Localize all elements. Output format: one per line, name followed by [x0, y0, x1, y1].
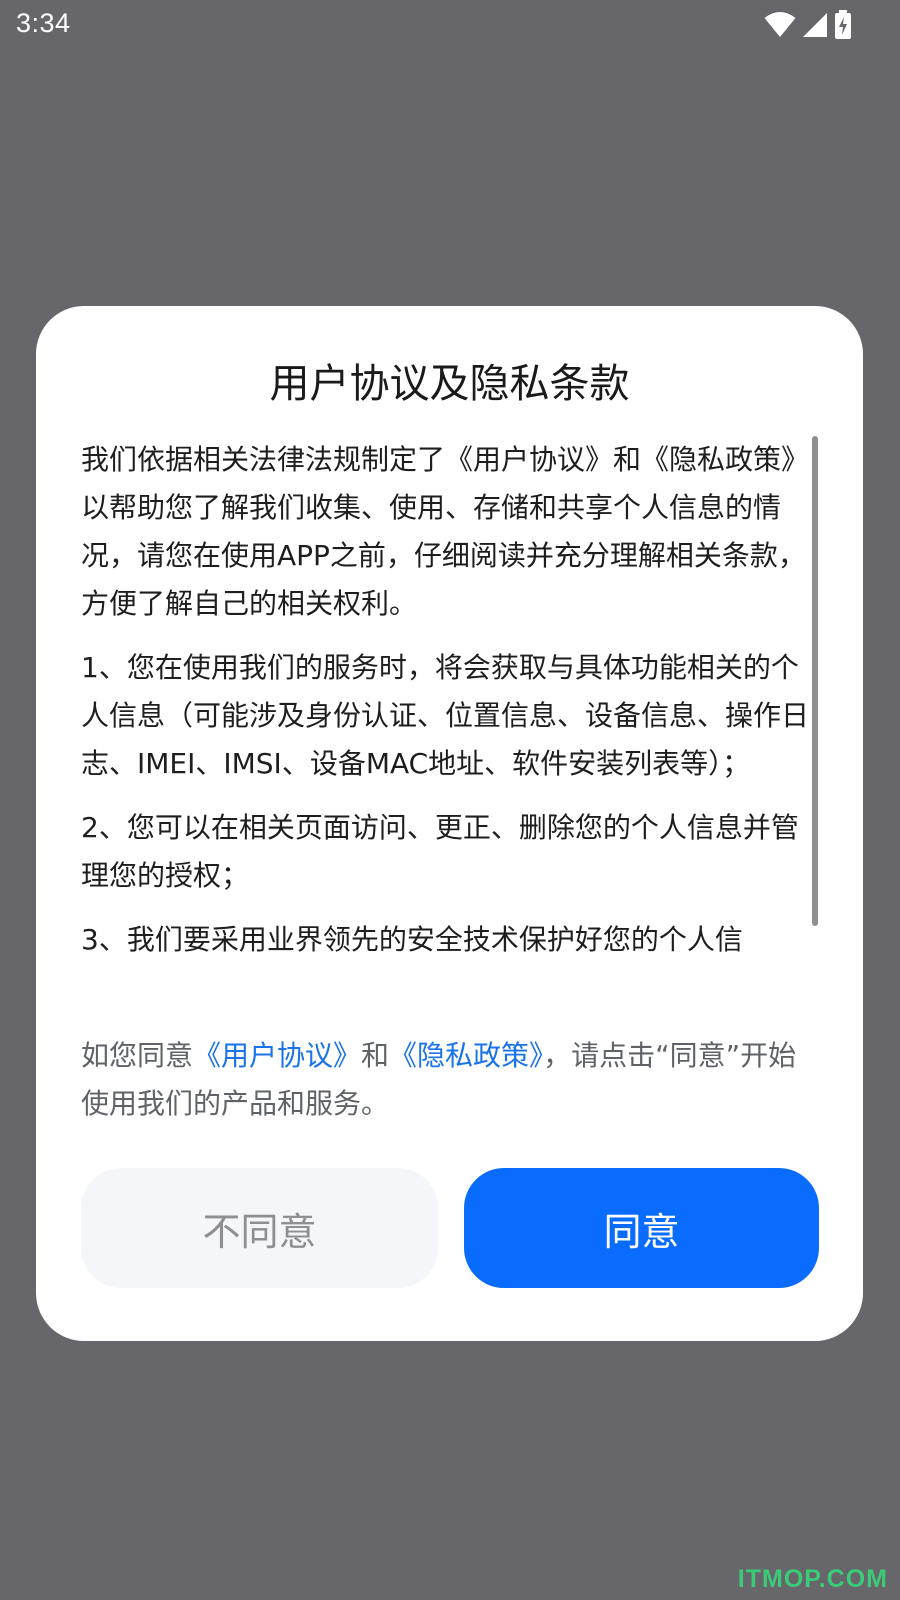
- consent-middle: 和: [361, 1039, 390, 1072]
- consent-text: 如您同意《用户协议》和《隐私政策》，请点击“同意”开始使用我们的产品和服务。: [81, 1032, 823, 1128]
- disagree-button[interactable]: 不同意: [81, 1168, 438, 1288]
- agree-button[interactable]: 同意: [464, 1168, 819, 1288]
- wifi-icon: [764, 12, 796, 38]
- status-icons: [764, 10, 852, 40]
- terms-paragraph-2: 2、您可以在相关页面访问、更正、删除您的个人信息并管理您的授权；: [81, 811, 799, 892]
- terms-paragraph-1: 1、您在使用我们的服务时，将会获取与具体功能相关的个人信息（可能涉及身份认证、位…: [81, 651, 810, 780]
- battery-charging-icon: [834, 10, 852, 40]
- consent-prefix: 如您同意: [81, 1039, 194, 1072]
- privacy-dialog: 用户协议及隐私条款 我们依据相关法律法规制定了《用户协议》和《隐私政策》以帮助您…: [36, 306, 863, 1341]
- scrollbar-thumb[interactable]: [812, 436, 818, 926]
- signal-icon: [802, 12, 828, 38]
- watermark-logo: ITMOP.COM: [737, 1565, 888, 1593]
- user-agreement-link[interactable]: 《用户协议》: [193, 1039, 361, 1072]
- dialog-title: 用户协议及隐私条款: [269, 361, 630, 407]
- privacy-policy-link[interactable]: 《隐私政策》: [389, 1039, 543, 1072]
- status-time: 3:34: [16, 8, 71, 38]
- terms-scroll-area[interactable]: 我们依据相关法律法规制定了《用户协议》和《隐私政策》以帮助您了解我们收集、使用、…: [81, 436, 823, 996]
- status-bar: 3:34: [0, 0, 900, 52]
- terms-paragraph-intro: 我们依据相关法律法规制定了《用户协议》和《隐私政策》以帮助您了解我们收集、使用、…: [81, 443, 810, 620]
- terms-paragraph-3: 3、我们要采用业界领先的安全技术保护好您的个人信: [81, 923, 743, 956]
